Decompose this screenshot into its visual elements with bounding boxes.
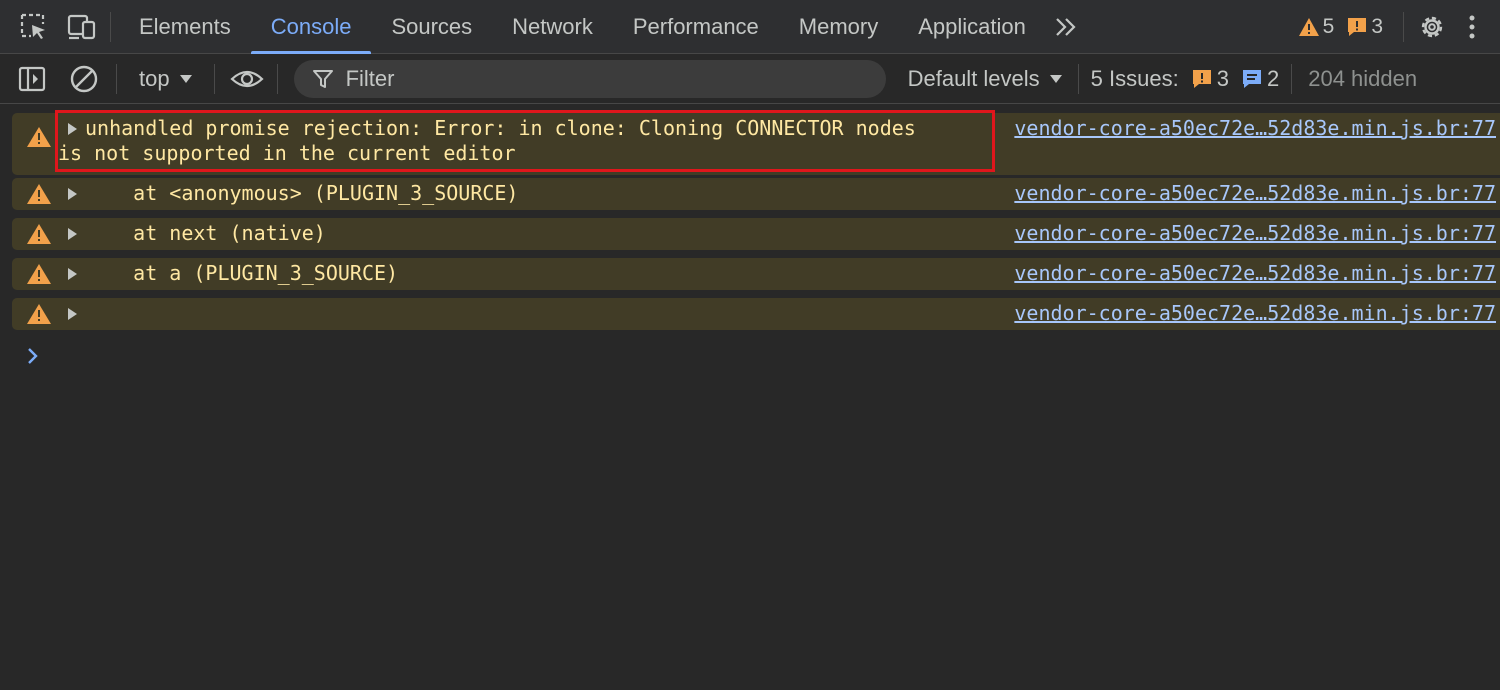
error-count: 3	[1371, 14, 1383, 38]
filter-box[interactable]	[293, 59, 886, 98]
gear-icon[interactable]	[1412, 0, 1452, 54]
divider	[116, 63, 117, 94]
warning-count: 5	[1322, 14, 1335, 38]
console-message-warning[interactable]: vendor-core-a50ec72e…52d83e.min.js.br:77	[12, 298, 1500, 330]
warning-icon	[27, 184, 51, 204]
message-text-line-2: is not supported in the current editor	[58, 141, 516, 165]
tab-memory[interactable]: Memory	[779, 0, 898, 54]
hidden-messages-count: 204 hidden	[1308, 65, 1418, 91]
message-text-line-1: unhandled promise rejection: Error: in c…	[85, 116, 916, 140]
warning-icon	[27, 127, 51, 147]
divider	[276, 63, 278, 94]
eye-icon[interactable]	[229, 54, 265, 104]
log-levels-dropdown[interactable]: Default levels	[908, 66, 1076, 92]
source-link[interactable]: vendor-core-a50ec72e…52d83e.min.js.br:77	[1014, 116, 1496, 141]
expand-triangle-icon[interactable]	[68, 228, 77, 240]
tab-elements[interactable]: Elements	[119, 0, 251, 54]
warning-icon	[27, 264, 51, 284]
console-message-warning[interactable]: at a (PLUGIN_3_SOURCE) vendor-core-a50ec…	[12, 258, 1500, 290]
message-text: at next (native)	[85, 221, 326, 245]
tab-application[interactable]: Application	[898, 0, 1046, 54]
source-link[interactable]: vendor-core-a50ec72e…52d83e.min.js.br:77	[1014, 301, 1496, 326]
expand-triangle-icon[interactable]	[68, 123, 77, 135]
divider	[1291, 63, 1293, 94]
warning-counter[interactable]: 5	[1298, 14, 1335, 39]
divider	[1077, 63, 1079, 94]
tab-sources[interactable]: Sources	[371, 0, 492, 54]
issues-error-badge: 3	[1191, 66, 1229, 92]
issues-info-badge: 2	[1241, 66, 1279, 92]
issues-button[interactable]: 5 Issues: 3 2	[1081, 66, 1290, 92]
expand-triangle-icon[interactable]	[68, 268, 77, 280]
devtools-tabbar: Elements Console Sources Network Perform…	[0, 0, 1500, 54]
divider	[213, 63, 215, 94]
console-message-warning[interactable]: unhandled promise rejection: Error: in c…	[12, 113, 1500, 175]
message-text: at a (PLUGIN_3_SOURCE)	[85, 261, 399, 285]
error-message-icon	[1348, 17, 1367, 36]
chevron-down-icon	[179, 74, 192, 83]
info-message-icon	[1242, 69, 1261, 88]
source-link[interactable]: vendor-core-a50ec72e…52d83e.min.js.br:77	[1014, 261, 1496, 286]
expand-triangle-icon[interactable]	[68, 188, 77, 200]
divider	[1403, 11, 1404, 42]
inspect-element-icon[interactable]	[14, 0, 54, 54]
chevron-down-icon	[1049, 74, 1062, 83]
error-message-icon	[1192, 69, 1211, 88]
issues-label: 5 Issues:	[1090, 65, 1179, 91]
context-selector[interactable]: top	[125, 54, 206, 104]
funnel-icon	[312, 69, 333, 88]
filter-input[interactable]	[343, 64, 864, 93]
console-toolbar: top Default levels 5 Issues: 3	[0, 54, 1500, 104]
clear-console-icon[interactable]	[66, 54, 102, 104]
log-levels-label: Default levels	[907, 65, 1040, 91]
issues-info-count: 2	[1266, 65, 1280, 91]
tab-network[interactable]: Network	[492, 0, 613, 54]
chevron-double-right-icon[interactable]	[1046, 0, 1086, 54]
divider	[110, 11, 111, 42]
sidebar-toggle-icon[interactable]	[14, 54, 50, 104]
message-text: at <anonymous> (PLUGIN_3_SOURCE)	[85, 181, 519, 205]
device-toolbar-icon[interactable]	[62, 0, 102, 54]
console-message-warning[interactable]: at next (native) vendor-core-a50ec72e…52…	[12, 218, 1500, 250]
console-message-warning[interactable]: at <anonymous> (PLUGIN_3_SOURCE) vendor-…	[12, 178, 1500, 210]
tab-performance[interactable]: Performance	[613, 0, 779, 54]
expand-triangle-icon[interactable]	[68, 308, 77, 320]
issues-error-count: 3	[1216, 65, 1229, 91]
tab-console[interactable]: Console	[250, 0, 372, 54]
console-prompt-chevron-icon[interactable]	[26, 346, 40, 372]
warning-icon	[27, 304, 51, 324]
more-vertical-icon[interactable]	[1452, 0, 1492, 54]
source-link[interactable]: vendor-core-a50ec72e…52d83e.min.js.br:77	[1014, 181, 1496, 206]
context-label: top	[139, 65, 170, 91]
source-link[interactable]: vendor-core-a50ec72e…52d83e.min.js.br:77	[1014, 221, 1496, 246]
warning-icon	[1298, 17, 1319, 36]
error-counter[interactable]: 3	[1346, 15, 1383, 39]
warning-icon	[27, 224, 51, 244]
